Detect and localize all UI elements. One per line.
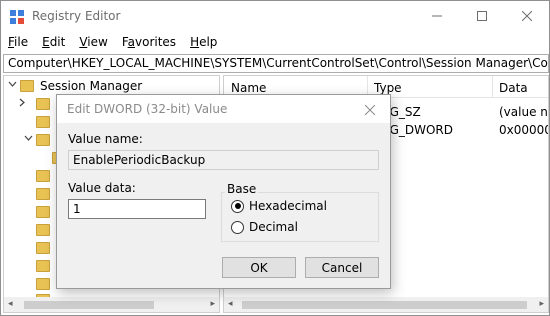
dialog-close-button[interactable] [356, 98, 384, 120]
folder-icon [20, 80, 34, 92]
tree-item-session-manager[interactable]: Session Manager [20, 77, 219, 95]
maximize-icon [476, 10, 487, 24]
folder-icon [36, 224, 50, 236]
scrollbar-thumb[interactable] [24, 301, 154, 309]
registry-editor-icon [10, 10, 24, 24]
folder-icon [36, 98, 50, 110]
list-horizontal-scrollbar[interactable]: ◂ ▸ [224, 297, 548, 312]
radio-hexadecimal-label: Hexadecimal [249, 199, 327, 213]
scroll-left-icon[interactable]: ◂ [228, 299, 233, 309]
registry-editor-window: Registry Editor File Edit View Favorites… [0, 0, 550, 316]
menu-bar: File Edit View Favorites Help [1, 33, 549, 53]
maximize-button[interactable] [459, 1, 504, 33]
scroll-left-icon[interactable]: ◂ [8, 299, 13, 309]
menu-edit[interactable]: Edit [35, 33, 72, 53]
folder-icon [36, 116, 50, 128]
collapse-arrow-icon[interactable] [8, 80, 17, 92]
folder-icon [36, 260, 50, 272]
expand-arrow-icon[interactable] [18, 98, 27, 110]
value-data-input[interactable]: 1 [68, 199, 206, 219]
folder-icon [36, 206, 50, 218]
edit-dword-dialog: Edit DWORD (32-bit) Value Value name: En… [56, 94, 391, 289]
cell-data: 0x000000 [499, 123, 548, 137]
close-window-button[interactable] [504, 1, 549, 33]
folder-icon [36, 170, 50, 182]
radio-hexadecimal[interactable]: Hexadecimal [231, 199, 327, 213]
cancel-button[interactable]: Cancel [305, 257, 379, 278]
value-name-label: Value name: [68, 132, 143, 146]
folder-icon [36, 188, 50, 200]
value-data-label: Value data: [68, 181, 136, 195]
address-bar[interactable]: Computer\HKEY_LOCAL_MACHINE\SYSTEM\Curre… [3, 54, 549, 73]
scroll-right-icon[interactable]: ▸ [539, 299, 544, 309]
ok-button[interactable]: OK [222, 257, 296, 278]
folder-icon [36, 134, 50, 146]
scrollbar-thumb[interactable] [242, 301, 527, 309]
column-type-header[interactable]: Type [374, 81, 402, 95]
base-label: Base [225, 182, 259, 196]
cell-type: EG_DWORD [382, 123, 454, 137]
menu-file[interactable]: File [1, 33, 35, 53]
radio-unselected-icon[interactable] [231, 220, 244, 234]
scroll-right-icon[interactable]: ▸ [210, 299, 215, 309]
column-separator[interactable] [492, 76, 493, 98]
minimize-button[interactable] [414, 1, 459, 33]
dialog-title: Edit DWORD (32-bit) Value [67, 102, 228, 116]
menu-view[interactable]: View [72, 33, 114, 53]
radio-decimal[interactable]: Decimal [231, 220, 298, 234]
menu-favorites[interactable]: Favorites [115, 33, 183, 53]
tree-horizontal-scrollbar[interactable]: ◂ ▸ [4, 297, 219, 312]
folder-icon [36, 278, 50, 290]
column-data-header[interactable]: Data [499, 81, 528, 95]
minimize-icon [431, 10, 442, 24]
folder-icon [36, 242, 50, 254]
close-icon [521, 10, 532, 24]
column-name-header[interactable]: Name [231, 81, 266, 95]
window-title: Registry Editor [32, 9, 121, 23]
radio-decimal-label: Decimal [249, 220, 298, 234]
cell-data: (value no [499, 105, 548, 119]
radio-selected-icon[interactable] [231, 199, 244, 213]
menu-help[interactable]: Help [183, 33, 224, 53]
value-name-field: EnablePeriodicBackup [68, 150, 379, 170]
close-icon [364, 100, 376, 119]
dialog-title-bar: Edit DWORD (32-bit) Value [57, 95, 390, 123]
collapse-arrow-icon[interactable] [24, 134, 33, 146]
title-bar: Registry Editor [1, 1, 549, 33]
